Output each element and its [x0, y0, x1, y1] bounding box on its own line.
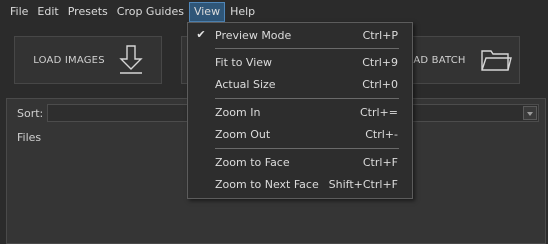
menu-item-zoom-in[interactable]: Zoom In Ctrl+=: [188, 101, 412, 123]
menu-item-label: Zoom to Face: [215, 156, 290, 169]
view-menu-dropdown: ✔ Preview Mode Ctrl+P Fit to View Ctrl+9…: [187, 22, 413, 199]
menu-item-shortcut: Ctrl+=: [359, 106, 398, 119]
menu-help[interactable]: Help: [226, 2, 259, 22]
menu-item-preview-mode[interactable]: ✔ Preview Mode Ctrl+P: [188, 24, 412, 46]
menu-item-shortcut: Shift+Ctrl+F: [328, 178, 398, 191]
chevron-down-icon[interactable]: [523, 106, 537, 120]
menu-item-shortcut: Ctrl+9: [362, 56, 398, 69]
menu-item-shortcut: Ctrl+-: [365, 128, 398, 141]
menu-item-shortcut: Ctrl+F: [362, 156, 398, 169]
menu-item-zoom-out[interactable]: Zoom Out Ctrl+-: [188, 123, 412, 145]
menu-item-shortcut: Ctrl+0: [362, 78, 398, 91]
menu-item-label: Zoom to Next Face: [215, 178, 319, 191]
download-arrow-icon: [119, 45, 143, 75]
menu-item-label: Zoom Out: [215, 128, 271, 141]
menu-crop-guides[interactable]: Crop Guides: [113, 2, 188, 22]
menu-item-zoom-to-face[interactable]: Zoom to Face Ctrl+F: [188, 151, 412, 173]
load-images-button[interactable]: LOAD IMAGES: [14, 36, 162, 84]
files-label: Files: [17, 131, 42, 144]
load-batch-button[interactable]: AD BATCH: [405, 36, 520, 84]
menu-item-shortcut: Ctrl+P: [362, 29, 398, 42]
menu-item-label: Actual Size: [215, 78, 276, 91]
load-batch-label: AD BATCH: [413, 54, 466, 66]
menu-item-label: Preview Mode: [215, 29, 292, 42]
menu-bar: File Edit Presets Crop Guides View Help: [0, 0, 548, 24]
folder-icon: [480, 47, 512, 73]
menu-separator: [215, 98, 399, 99]
menu-item-actual-size[interactable]: Actual Size Ctrl+0: [188, 73, 412, 95]
menu-view[interactable]: View: [188, 2, 226, 22]
menu-presets[interactable]: Presets: [64, 2, 112, 22]
menu-file[interactable]: File: [6, 2, 32, 22]
menu-separator: [215, 148, 399, 149]
sort-label: Sort:: [17, 107, 44, 120]
menu-separator: [215, 48, 399, 49]
menu-item-fit-to-view[interactable]: Fit to View Ctrl+9: [188, 51, 412, 73]
menu-item-label: Fit to View: [215, 56, 273, 69]
load-images-label: LOAD IMAGES: [33, 54, 105, 66]
check-icon: ✔: [196, 28, 206, 41]
menu-item-label: Zoom In: [215, 106, 261, 119]
menu-edit[interactable]: Edit: [33, 2, 62, 22]
menu-item-zoom-to-next-face[interactable]: Zoom to Next Face Shift+Ctrl+F: [188, 173, 412, 195]
